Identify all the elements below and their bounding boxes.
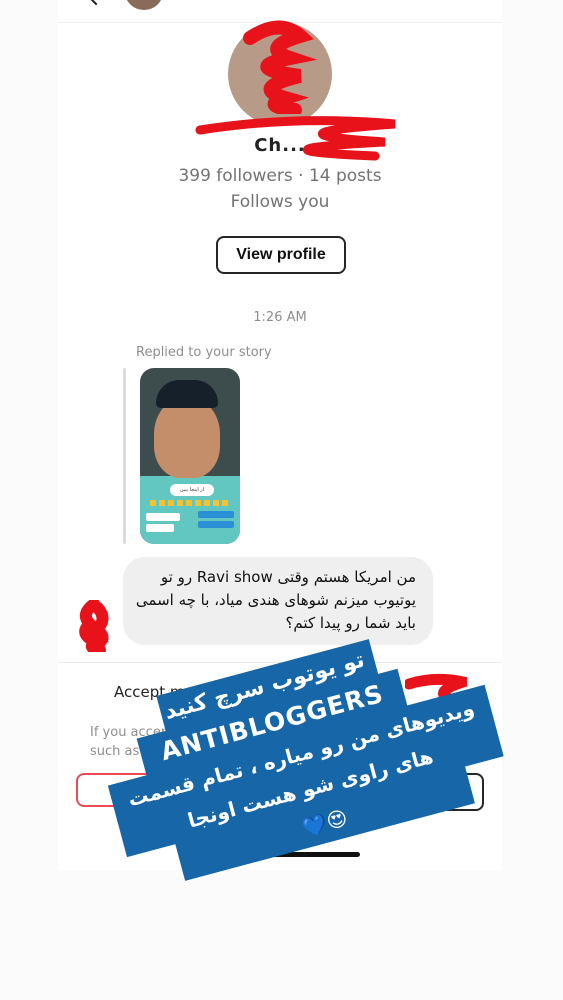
story-mention-tag xyxy=(146,513,180,521)
follows-you-label: Follows you xyxy=(230,192,330,212)
view-profile-button[interactable]: View profile xyxy=(216,236,346,274)
sender-avatar-redaction-scribble xyxy=(79,600,109,652)
story-mention-tag xyxy=(146,524,174,532)
story-cap xyxy=(156,380,218,408)
story-face xyxy=(154,398,220,478)
profile-stats: 399 followers · 14 posts xyxy=(178,166,382,186)
story-mention-tag xyxy=(198,511,234,518)
name-redaction-scribble xyxy=(195,116,396,161)
replied-to-story-label: Replied to your story xyxy=(136,345,272,360)
reply-indicator-bar xyxy=(123,368,126,544)
story-mention-tag xyxy=(198,521,234,528)
avatar-redaction-scribble xyxy=(243,20,318,114)
story-emoji-row xyxy=(150,500,230,506)
message-timestamp: 1:26 AM xyxy=(253,310,307,325)
story-link-sticker: از اینجا ببین xyxy=(170,484,214,496)
story-thumbnail[interactable]: از اینجا ببین xyxy=(140,368,240,544)
